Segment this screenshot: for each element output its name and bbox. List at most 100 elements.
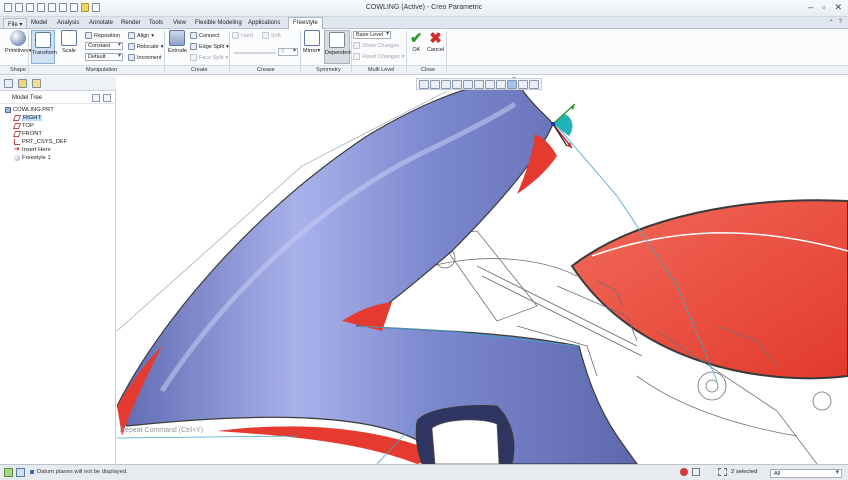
crease-value-field[interactable]: 0: [278, 48, 298, 56]
transform-icon: [35, 32, 51, 48]
datum-plane-icon: [12, 115, 22, 121]
spin-center-icon[interactable]: [529, 80, 539, 89]
connect-button[interactable]: Connect: [190, 31, 220, 40]
group-label-symmetry: Symmetry: [316, 67, 341, 73]
tab-freestyle[interactable]: Freestyle: [288, 17, 323, 29]
tab-applications[interactable]: Applications: [244, 18, 284, 29]
tree-item-insert-here[interactable]: ➔ Insert Here: [14, 146, 51, 154]
group-label-create: Create: [191, 67, 208, 73]
tab-render[interactable]: Render: [117, 18, 145, 29]
reposition-button[interactable]: Reposition: [85, 31, 120, 40]
zoom-in-icon[interactable]: [430, 80, 440, 89]
checkmark-icon: ✔: [410, 30, 423, 47]
relocate-button[interactable]: Relocate ▾: [128, 42, 163, 51]
selection-filter-dropdown[interactable]: All: [770, 469, 842, 478]
close-icon[interactable]: ✕: [834, 2, 842, 13]
sphere-icon: [10, 30, 27, 46]
maximize-icon[interactable]: ▫: [822, 2, 825, 13]
connect-icon: [190, 32, 197, 39]
find-icon[interactable]: [692, 468, 700, 476]
crease-slider[interactable]: [234, 52, 276, 54]
window-title: COWLING (Active) - Creo Parametric: [365, 4, 483, 11]
group-label-close: Close: [421, 67, 436, 73]
hard-crease-icon: [232, 32, 239, 39]
reset-changes-button[interactable]: Reset Changes ▾: [353, 52, 405, 61]
minimize-icon[interactable]: ‒: [808, 2, 813, 13]
repaint-icon[interactable]: [452, 80, 462, 89]
tab-file[interactable]: File ▾: [3, 18, 28, 29]
ribbon-controls: ⌃ ?: [829, 19, 842, 26]
cancel-button[interactable]: ✖ Cancel: [427, 30, 444, 53]
refit-icon[interactable]: [419, 80, 429, 89]
tab-flexible-modeling[interactable]: Flexible Modeling: [191, 18, 246, 29]
tab-tools[interactable]: Tools: [145, 18, 167, 29]
tree-show-icon[interactable]: [103, 94, 111, 102]
perspective-icon[interactable]: [496, 80, 506, 89]
face-split-button[interactable]: Face Split ▾: [190, 53, 228, 62]
ok-button[interactable]: ✔ OK: [410, 30, 423, 53]
ribbon-separator: [229, 31, 230, 73]
tab-annotate[interactable]: Annotate: [85, 18, 117, 29]
mirror-button[interactable]: Mirror▾: [303, 30, 320, 54]
hard-crease-button[interactable]: Hard: [232, 31, 253, 40]
help-icon[interactable]: ?: [839, 19, 842, 26]
group-label-crease: Crease: [257, 67, 275, 73]
tree-item-front[interactable]: FRONT: [12, 130, 42, 138]
part-icon: [5, 107, 11, 113]
tree-item-part[interactable]: COWLING.PRT: [5, 106, 54, 114]
folder-browser-tab-icon[interactable]: [18, 79, 27, 88]
edge-split-icon: [190, 43, 197, 50]
regen-status-icon[interactable]: [680, 468, 688, 476]
selected-count[interactable]: 2 selected: [731, 469, 757, 475]
window-controls: ‒ ▫ ✕: [808, 2, 842, 13]
show-changes-button[interactable]: Show Changes: [353, 41, 399, 50]
tree-toggle-icon[interactable]: [4, 468, 13, 477]
display-style-icon[interactable]: [463, 80, 473, 89]
info-bullet-icon: [30, 470, 34, 474]
ribbon-separator: [28, 31, 29, 73]
tab-view[interactable]: View: [169, 18, 190, 29]
constant-dropdown[interactable]: Constant: [85, 42, 123, 50]
cowling-surface[interactable]: [117, 77, 638, 464]
selection-box-icon[interactable]: [718, 468, 727, 476]
annotation-display-icon[interactable]: [518, 80, 528, 89]
dependent-button[interactable]: Dependent: [324, 30, 352, 64]
title-bar: COWLING (Active) - Creo Parametric ‒ ▫ ✕: [0, 0, 848, 17]
tab-model[interactable]: Model: [27, 18, 51, 29]
scale-button[interactable]: Scale: [61, 30, 77, 54]
view-manager-icon[interactable]: [485, 80, 495, 89]
soft-crease-button[interactable]: Soft: [262, 31, 281, 40]
extrude-button[interactable]: Extrude: [168, 30, 187, 54]
favorites-tab-icon[interactable]: [32, 79, 41, 88]
datum-plane-icon: [12, 123, 22, 129]
ribbon-tabs: File ▾ Model Analysis Annotate Render To…: [0, 17, 848, 29]
datum-display-icon[interactable]: [507, 80, 517, 89]
extrude-icon: [169, 30, 186, 46]
tab-analysis[interactable]: Analysis: [53, 18, 83, 29]
model-tree-panel: Model Tree COWLING.PRT RIGHT TOP FRONT P…: [0, 76, 116, 464]
group-label-manipulation: Manipulation: [86, 67, 118, 73]
minimize-ribbon-icon[interactable]: ⌃: [829, 19, 834, 26]
tree-settings-icon[interactable]: [92, 94, 100, 102]
tree-item-csys[interactable]: PRT_CSYS_DEF: [14, 138, 67, 146]
datum-plane-icon: [12, 131, 22, 137]
dragger-origin[interactable]: [551, 122, 555, 126]
transform-dragger[interactable]: [551, 103, 576, 149]
reposition-icon: [85, 32, 92, 39]
zoom-out-icon[interactable]: [441, 80, 451, 89]
align-button[interactable]: Align ▾: [128, 31, 154, 40]
saved-orientations-icon[interactable]: [474, 80, 484, 89]
increment-button[interactable]: Increment: [128, 53, 161, 62]
graphics-window[interactable]: [117, 76, 848, 464]
model-tree-tab-icon[interactable]: [4, 79, 13, 88]
base-level-dropdown[interactable]: Base Level: [353, 31, 391, 39]
default-dropdown[interactable]: Default: [85, 53, 123, 61]
group-label-shape: Shape: [10, 67, 26, 73]
browser-toggle-icon[interactable]: [16, 468, 25, 477]
relocate-icon: [128, 43, 135, 50]
tree-item-top[interactable]: TOP: [12, 122, 34, 130]
transform-button[interactable]: Transform: [31, 30, 57, 64]
tree-item-freestyle[interactable]: Freestyle 1: [14, 154, 51, 162]
tree-item-right[interactable]: RIGHT: [12, 114, 43, 122]
edge-split-button[interactable]: Edge Split ▾: [190, 42, 229, 51]
